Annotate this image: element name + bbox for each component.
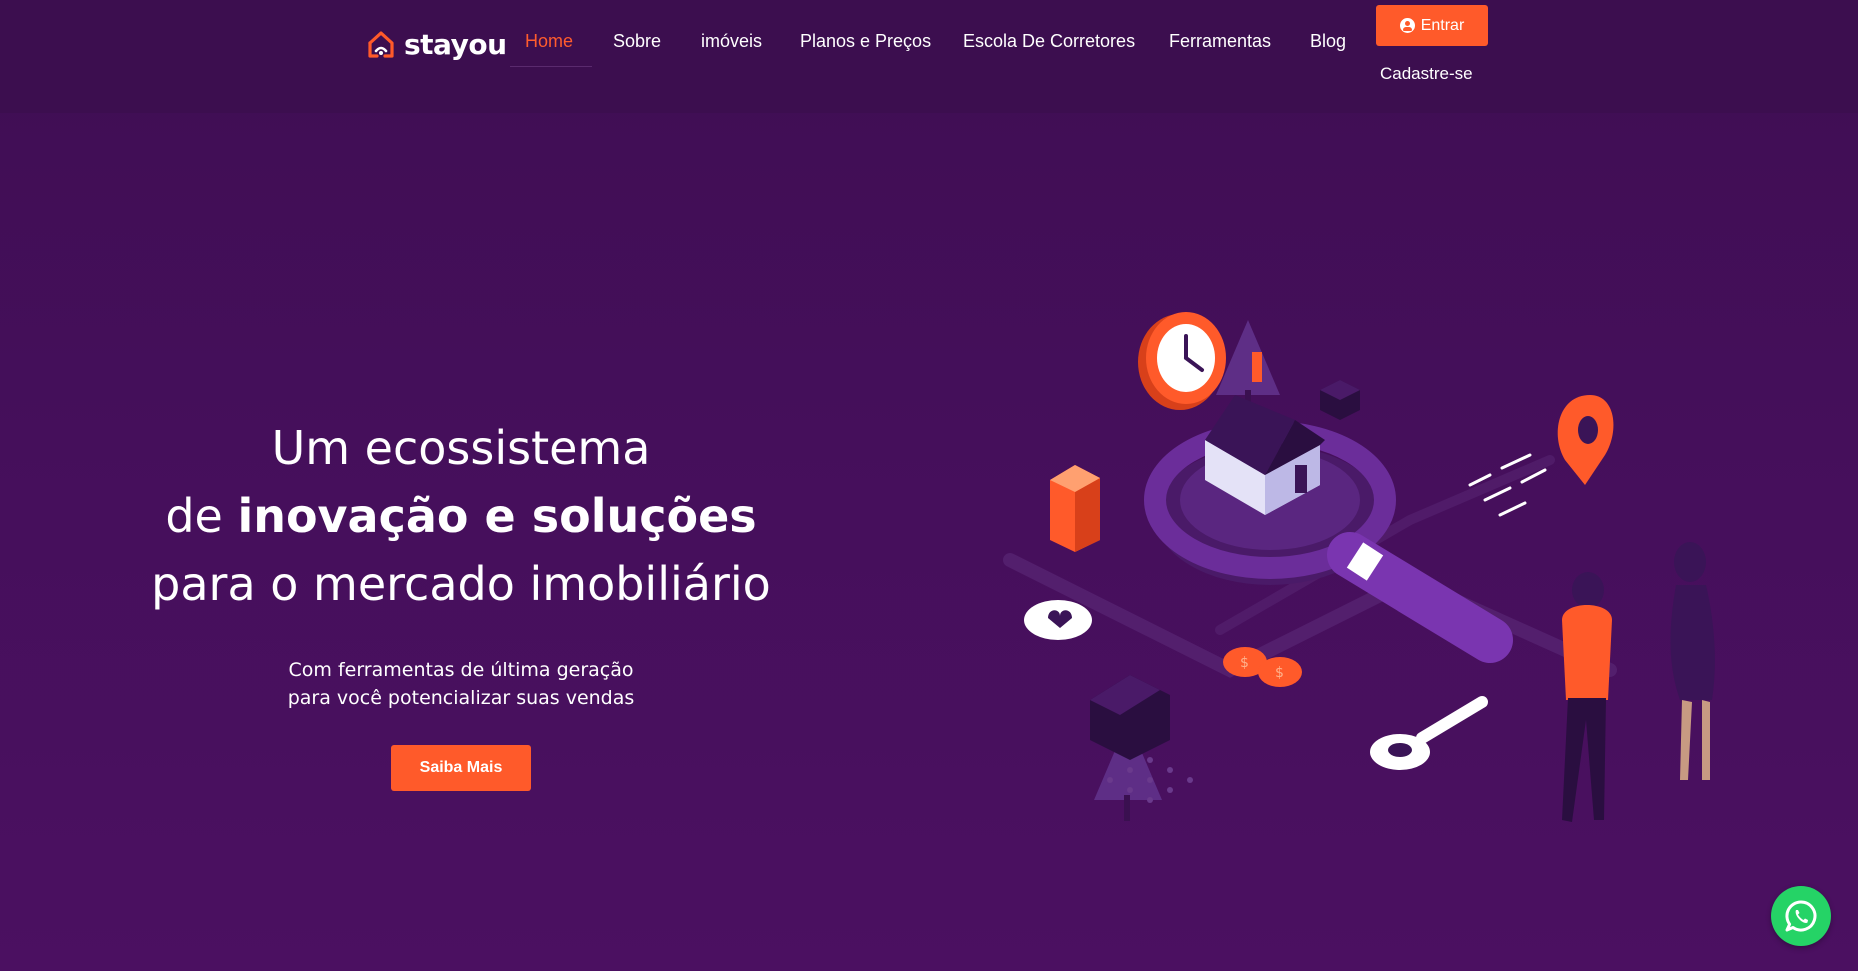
hero-subtitle: Com ferramentas de última geração para v… <box>220 656 702 712</box>
hero-title-line1: Um ecossistema <box>271 421 651 475</box>
nav-blog[interactable]: Blog <box>1310 31 1346 52</box>
active-nav-underline <box>510 66 592 67</box>
user-circle-icon <box>1399 18 1415 33</box>
coins-icon: $ $ <box>1223 647 1302 687</box>
nav-ferramentas[interactable]: Ferramentas <box>1169 31 1271 52</box>
whatsapp-button[interactable] <box>1771 886 1831 946</box>
cube-icon <box>1320 380 1360 420</box>
signup-link[interactable]: Cadastre-se <box>1380 64 1473 84</box>
logo[interactable]: stayou <box>366 26 507 62</box>
real-estate-illustration: $ $ <box>1003 312 1715 822</box>
saiba-mais-button[interactable]: Saiba Mais <box>391 745 531 791</box>
site-header: stayou Home Sobre imóveis Planos e Preço… <box>0 0 1858 113</box>
hero-subtitle-line2: para você potencializar suas vendas <box>287 687 635 709</box>
clock-icon <box>1138 312 1226 410</box>
login-label: Entrar <box>1420 16 1465 34</box>
nav-home[interactable]: Home <box>525 31 573 52</box>
nav-sobre[interactable]: Sobre <box>613 31 661 52</box>
svg-text:$: $ <box>1275 665 1284 681</box>
login-button[interactable]: Entrar <box>1376 5 1488 46</box>
woman-figure <box>1670 542 1715 780</box>
hero-title-line2-prefix: de <box>165 489 238 543</box>
hero-title-line2-bold: inovação e soluções <box>237 489 757 543</box>
location-pin-icon <box>1557 395 1614 485</box>
hero-title-line3: para o mercado imobiliário <box>151 557 771 611</box>
hero-title: Um ecossistema de inovação e soluções pa… <box>120 414 802 618</box>
svg-text:$: $ <box>1240 655 1249 671</box>
heart-badge-icon <box>1024 600 1092 640</box>
house-block-icon <box>1090 675 1170 760</box>
key-icon <box>1370 696 1488 770</box>
logo-text: stayou <box>404 27 507 61</box>
building-block-icon <box>1050 465 1100 552</box>
man-figure <box>1562 572 1612 822</box>
nav-planos-precos[interactable]: Planos e Preços <box>800 31 931 52</box>
nav-escola-corretores[interactable]: Escola De Corretores <box>963 31 1135 52</box>
hero-subtitle-line1: Com ferramentas de última geração <box>288 659 634 681</box>
house-logo-icon <box>368 31 394 58</box>
whatsapp-icon <box>1785 900 1817 932</box>
nav-imoveis[interactable]: imóveis <box>701 31 762 52</box>
